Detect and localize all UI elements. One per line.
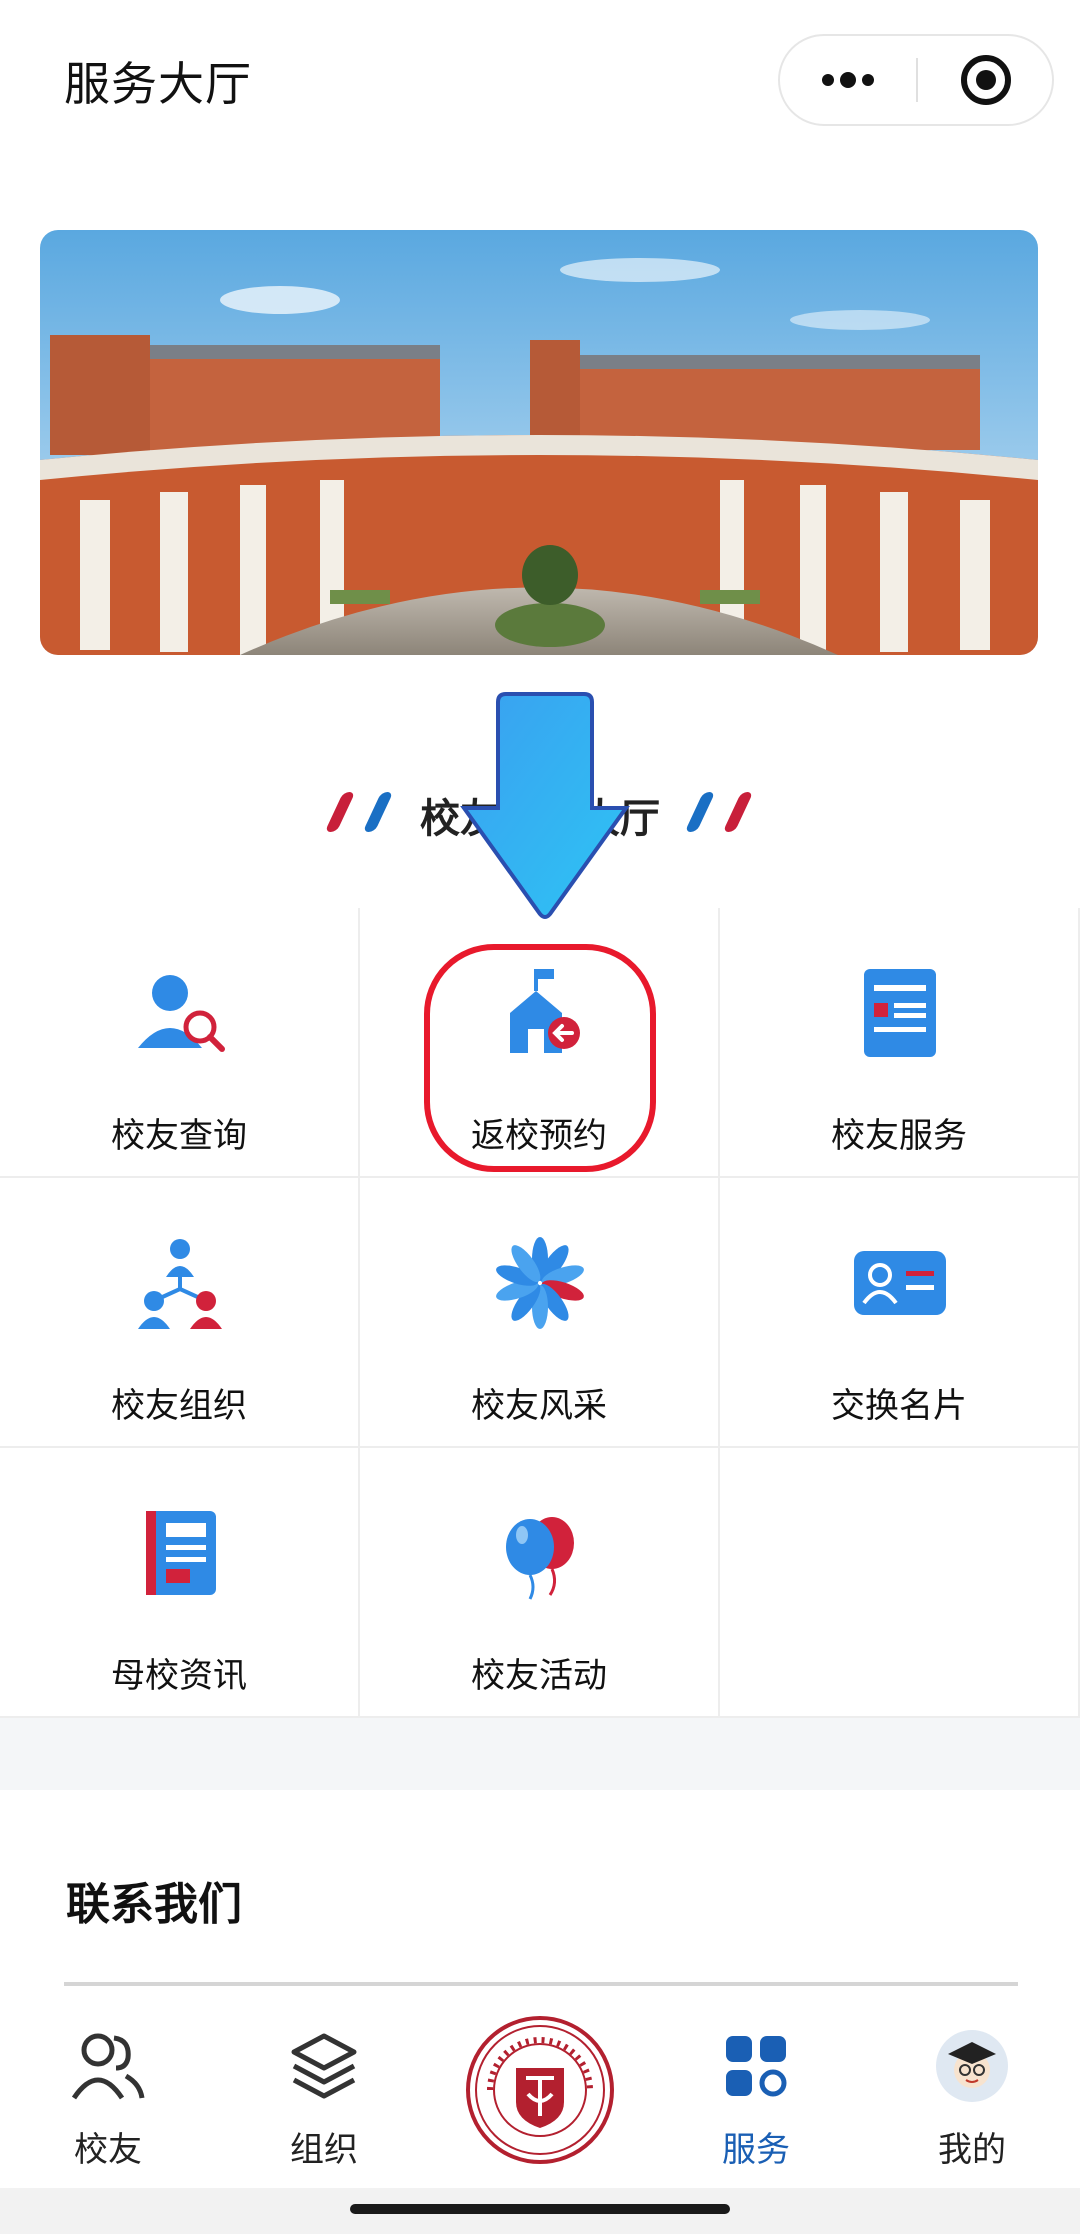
tab-label: 我的 xyxy=(938,2130,1006,2170)
home-indicator[interactable] xyxy=(350,2204,730,2214)
layers-icon xyxy=(291,2033,357,2099)
contact-title: 联系我们 xyxy=(66,1879,242,1930)
avatar-icon xyxy=(936,2030,1008,2102)
balloons-icon xyxy=(506,1517,574,1600)
grid-item-alumni-search[interactable]: 校友查询 xyxy=(0,908,360,1178)
organization-icon xyxy=(138,1239,222,1329)
grid-item-label: 母校资讯 xyxy=(111,1656,247,1696)
grid-item-label: 校友组织 xyxy=(111,1386,247,1426)
business-card-icon xyxy=(854,1251,946,1315)
tab-mine[interactable]: 我的 xyxy=(864,1988,1080,2188)
campus-banner[interactable] xyxy=(40,230,1038,655)
grid-item-alumni-service[interactable]: 校友服务 xyxy=(720,908,1080,1178)
news-icon xyxy=(146,1511,216,1595)
close-button[interactable] xyxy=(918,36,1054,124)
top-bar: 服务大厅 xyxy=(0,0,1080,160)
grid-item-label: 校友服务 xyxy=(831,1116,967,1156)
grid-item-alma-mater-news[interactable]: 母校资讯 xyxy=(0,1448,360,1718)
university-emblem-icon[interactable] xyxy=(466,2016,614,2164)
grid-item-label: 返校预约 xyxy=(471,1116,607,1156)
target-close-icon xyxy=(961,55,1011,105)
service-document-icon xyxy=(864,969,936,1057)
tab-label: 组织 xyxy=(290,2130,358,2170)
grid-item-label: 校友活动 xyxy=(471,1656,607,1696)
people-icon xyxy=(71,2033,145,2100)
mini-program-capsule xyxy=(778,34,1054,126)
section-divider-band xyxy=(0,1718,1080,1790)
grid-item-empty xyxy=(720,1448,1080,1718)
more-dots-icon xyxy=(822,72,874,88)
grid-item-label: 校友风采 xyxy=(471,1386,607,1426)
grid-item-exchange-card[interactable]: 交换名片 xyxy=(720,1178,1080,1448)
campus-return-icon xyxy=(510,969,580,1053)
grid-apps-icon xyxy=(726,2036,787,2097)
tab-organization[interactable]: 组织 xyxy=(216,1988,432,2188)
grid-item-alumni-activities[interactable]: 校友活动 xyxy=(360,1448,720,1718)
contact-divider xyxy=(64,1982,1018,1986)
grid-item-label: 校友查询 xyxy=(111,1116,247,1156)
pinwheel-icon xyxy=(496,1237,584,1329)
grid-item-alumni-organization[interactable]: 校友组织 xyxy=(0,1178,360,1448)
tab-label: 校友 xyxy=(74,2130,142,2170)
page-title: 服务大厅 xyxy=(64,57,252,111)
more-button[interactable] xyxy=(780,36,916,124)
service-grid: 校友查询 返校预约 校友服务 校友组织 校友风采 交换名片 母校资讯 校友活动 xyxy=(0,908,1080,1718)
down-arrow-icon xyxy=(460,692,630,919)
tab-label: 服务 xyxy=(722,2130,790,2170)
grid-item-campus-return[interactable]: 返校预约 xyxy=(360,908,720,1178)
tab-alumni[interactable]: 校友 xyxy=(0,1988,216,2188)
campus-photo xyxy=(40,230,1038,655)
tab-services[interactable]: 服务 xyxy=(648,1988,864,2188)
grid-item-label: 交换名片 xyxy=(831,1386,967,1426)
alumni-search-icon xyxy=(138,975,225,1052)
grid-item-alumni-showcase[interactable]: 校友风采 xyxy=(360,1178,720,1448)
